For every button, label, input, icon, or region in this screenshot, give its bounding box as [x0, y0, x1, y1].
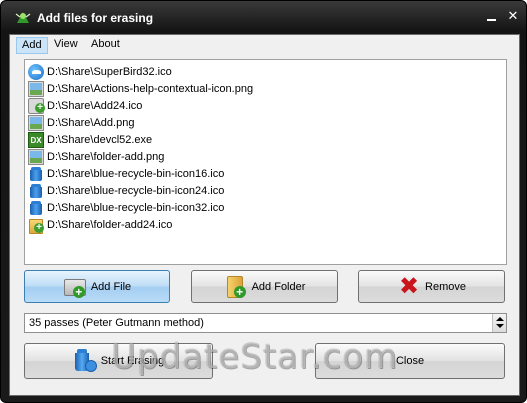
start-erasing-label: Start Erasing: [100, 355, 165, 367]
window-title: Add files for erasing: [37, 11, 154, 25]
file-path: D:\Share\folder-add24.ico: [47, 218, 173, 231]
file-path: D:\Share\blue-recycle-bin-icon24.ico: [47, 184, 225, 197]
list-item[interactable]: D:\Share\Add24.ico: [28, 97, 142, 114]
minimize-button[interactable]: [485, 9, 499, 23]
add-file-icon: [63, 275, 87, 299]
file-path: D:\Share\Add24.ico: [47, 99, 143, 112]
remove-x-icon: ✖: [398, 272, 420, 300]
close-button[interactable]: Close: [315, 343, 505, 379]
folder-add-icon: [28, 217, 44, 234]
remove-button[interactable]: ✖ Remove: [358, 270, 505, 303]
add-files-window: Add files for erasing ✕ Add View About D…: [0, 0, 527, 403]
list-item[interactable]: D:\Share\SuperBird32.ico: [28, 63, 172, 80]
file-path: D:\Share\folder-add.png: [47, 150, 165, 163]
list-item[interactable]: D:\Share\folder-add.png: [28, 148, 164, 165]
app-icon: [15, 12, 31, 23]
menu-add[interactable]: Add: [16, 37, 48, 54]
image-file-icon: [28, 148, 44, 165]
file-path: D:\Share\devcl52.exe: [47, 133, 153, 146]
file-path: D:\Share\Add.png: [47, 116, 135, 129]
add-icon: [28, 97, 45, 114]
image-file-icon: [28, 114, 44, 131]
recycle-bin-icon: [28, 183, 44, 199]
menu-bar: Add View About: [10, 35, 519, 55]
close-window-button[interactable]: ✕: [506, 9, 520, 23]
list-item[interactable]: D:\Share\blue-recycle-bin-icon16.ico: [28, 165, 224, 182]
file-list[interactable]: D:\Share\SuperBird32.ico D:\Share\Action…: [24, 59, 507, 265]
list-item[interactable]: DX D:\Share\devcl52.exe: [28, 131, 152, 148]
add-folder-icon: [224, 275, 248, 299]
list-item[interactable]: D:\Share\Add.png: [28, 114, 134, 131]
spin-arrows-icon[interactable]: [492, 314, 506, 332]
erase-method-value: 35 passes (Peter Gutmann method): [29, 317, 204, 329]
start-erasing-button[interactable]: Start Erasing: [24, 343, 213, 379]
file-path: D:\Share\blue-recycle-bin-icon32.ico: [47, 201, 225, 214]
client-area: Add View About D:\Share\SuperBird32.ico …: [9, 34, 520, 396]
dx-executable-icon: DX: [28, 131, 44, 148]
recycle-bin-erase-icon: [73, 349, 97, 373]
add-folder-label: Add Folder: [251, 280, 306, 293]
recycle-bin-icon: [28, 166, 44, 182]
file-path: D:\Share\SuperBird32.ico: [47, 65, 172, 78]
recycle-bin-icon: [28, 200, 44, 216]
add-file-label: Add File: [90, 280, 132, 293]
close-label: Close: [395, 355, 425, 367]
file-path: D:\Share\Actions-help-contextual-icon.pn…: [47, 82, 254, 95]
add-folder-button[interactable]: Add Folder: [191, 270, 338, 303]
list-item[interactable]: D:\Share\folder-add24.ico: [28, 216, 173, 234]
menu-view[interactable]: View: [49, 37, 83, 54]
list-item[interactable]: D:\Share\Actions-help-contextual-icon.pn…: [28, 80, 253, 97]
superbird-icon: [28, 63, 44, 80]
file-path: D:\Share\blue-recycle-bin-icon16.ico: [47, 167, 225, 180]
list-item[interactable]: D:\Share\blue-recycle-bin-icon24.ico: [28, 182, 224, 199]
add-file-button[interactable]: Add File: [24, 270, 170, 303]
remove-label: Remove: [425, 280, 466, 293]
title-bar[interactable]: Add files for erasing ✕: [1, 1, 526, 34]
image-file-icon: [28, 80, 44, 97]
erase-method-select[interactable]: 35 passes (Peter Gutmann method): [24, 313, 507, 333]
list-item[interactable]: D:\Share\blue-recycle-bin-icon32.ico: [28, 199, 224, 216]
menu-about[interactable]: About: [86, 37, 125, 54]
